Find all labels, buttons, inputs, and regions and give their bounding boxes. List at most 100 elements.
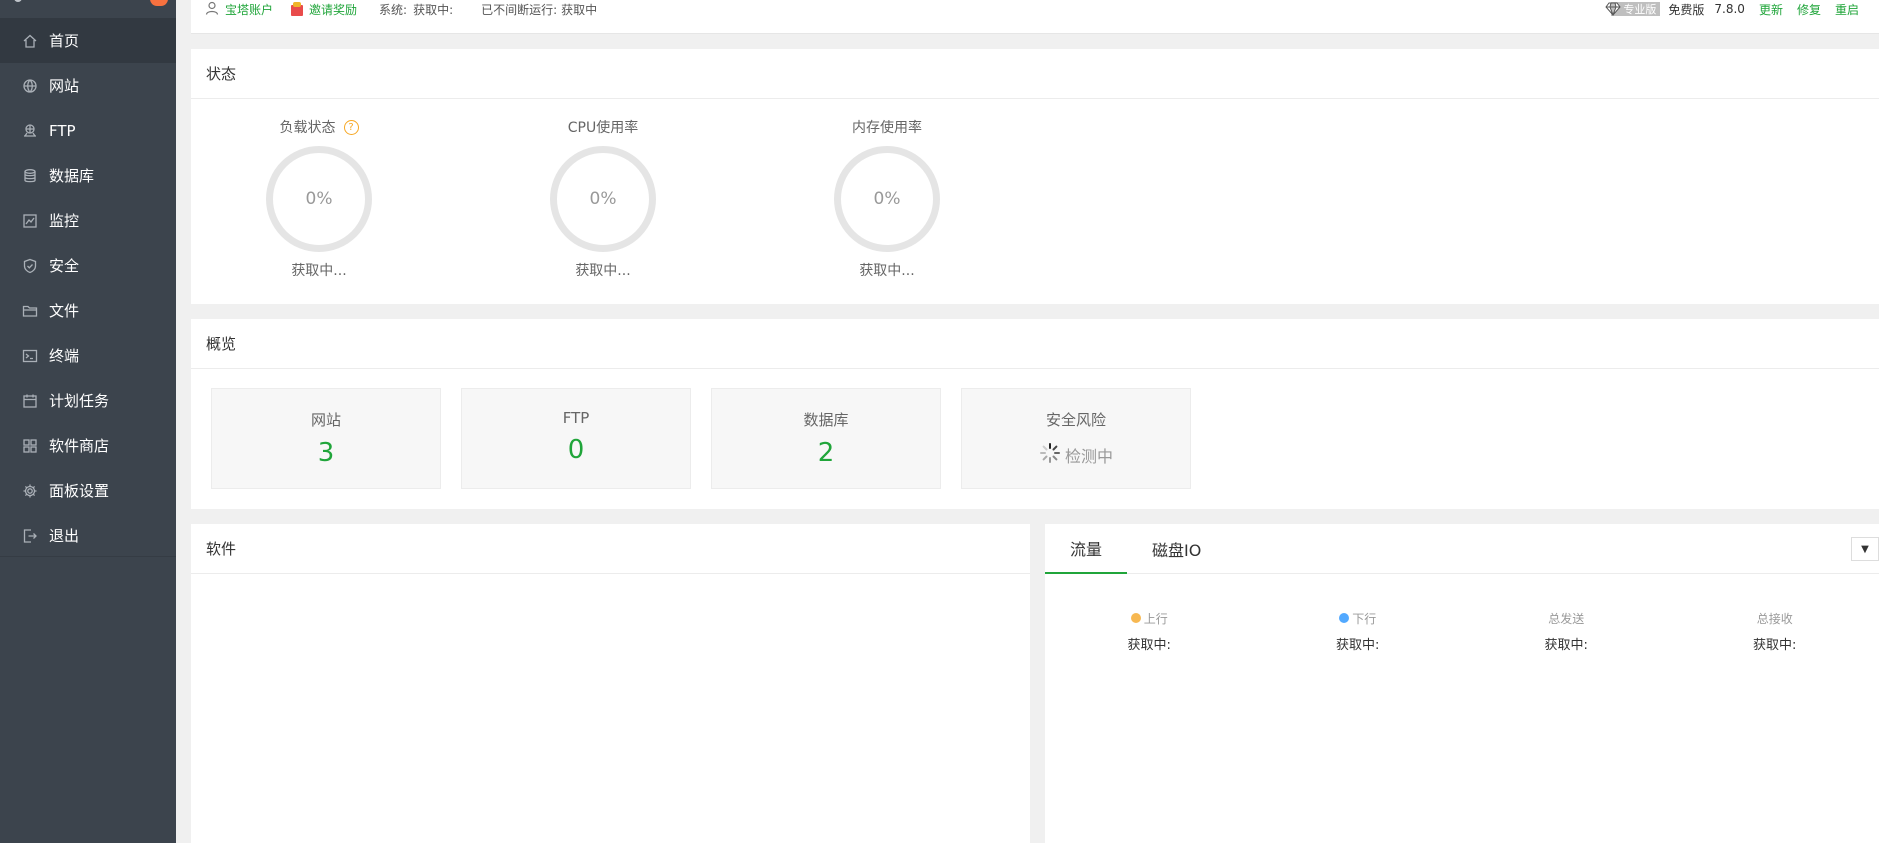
memory-gauge-title: 内存使用率 xyxy=(852,120,922,136)
terminal-icon xyxy=(22,348,38,364)
sidebar-item-files[interactable]: 文件 xyxy=(0,288,176,333)
overview-website-count[interactable]: 3 xyxy=(212,438,440,468)
status-title: 状态 xyxy=(191,49,1879,99)
overview-card: 概览 网站 3 FTP 0 数据库 2 安全风险 检测中 xyxy=(191,319,1879,509)
cpu-gauge-status: 获取中... xyxy=(575,263,631,279)
gear-icon xyxy=(22,483,38,499)
sidebar-item-label: 文件 xyxy=(49,302,80,320)
restart-button[interactable]: 重启 xyxy=(1835,1,1859,18)
overview-database-count[interactable]: 2 xyxy=(712,438,940,468)
stat-download: 下行 获取中: xyxy=(1254,610,1463,654)
download-dot-icon xyxy=(1339,613,1350,623)
overview-website-label: 网站 xyxy=(310,411,341,429)
sidebar-item-label: 首页 xyxy=(49,32,80,50)
stat-total-sent-label: 总发送 xyxy=(1548,611,1585,626)
sidebar-item-label: 终端 xyxy=(49,347,80,365)
stat-total-sent-value: 获取中: xyxy=(1544,638,1588,653)
help-icon[interactable]: ? xyxy=(343,119,359,135)
memory-gauge: 内存使用率 0% 获取中... xyxy=(817,117,957,280)
sidebar-item-label: 数据库 xyxy=(49,167,95,185)
sidebar-item-cron[interactable]: 计划任务 xyxy=(0,378,176,423)
top-bar-right: 专业版 免费版 7.8.0 更新 修复 重启 xyxy=(1605,0,1859,18)
software-card: 软件 xyxy=(191,524,1030,843)
sidebar-item-label: 网站 xyxy=(49,77,80,95)
sidebar-item-security[interactable]: 安全 xyxy=(0,243,176,288)
user-icon xyxy=(205,1,219,18)
overview-database[interactable]: 数据库 2 xyxy=(711,388,941,489)
top-bar: 宝塔账户 邀请奖励 系统: 获取中: 已不间断运行: 获取中 专业版 免费版 7… xyxy=(191,0,1879,34)
stat-total-received-value: 获取中: xyxy=(1753,638,1797,653)
sidebar-item-store[interactable]: 软件商店 xyxy=(0,423,176,468)
system-label: 系统: xyxy=(379,2,408,17)
sidebar-item-label: FTP xyxy=(49,121,76,140)
traffic-tabs: 流量 磁盘IO ▼ xyxy=(1045,524,1879,574)
cpu-gauge-title: CPU使用率 xyxy=(567,120,639,136)
stat-total-sent: 总发送 获取中: xyxy=(1462,610,1671,654)
cpu-gauge-ring[interactable]: 0% xyxy=(550,146,656,252)
sidebar-item-label: 软件商店 xyxy=(49,437,110,455)
load-gauge-label: 负载状态 xyxy=(279,120,336,136)
stat-upload-text: 上行 xyxy=(1143,611,1168,626)
account-link[interactable]: 宝塔账户 xyxy=(225,1,273,18)
tab-disk-io[interactable]: 磁盘IO xyxy=(1127,524,1226,573)
sidebar-menu: 首页 网站 FTP 数据库 监控 安全 文件 终端 计划任务 软件商店 面板设置… xyxy=(0,18,176,558)
overview-database-label: 数据库 xyxy=(803,411,849,429)
overview-security-status: 检测中 xyxy=(962,442,1190,468)
top-bar-left: 宝塔账户 邀请奖励 系统: 获取中: 已不间断运行: 获取中 xyxy=(205,0,597,18)
sidebar-item-settings[interactable]: 面板设置 xyxy=(0,468,176,513)
traffic-stats: 上行 获取中: 下行 获取中: 总发送 获取中: 总接收 获取中: xyxy=(1045,610,1879,654)
sidebar-item-label: 计划任务 xyxy=(49,392,110,410)
traffic-card: 流量 磁盘IO ▼ 上行 获取中: 下行 获取中: 总发送 获取中: 总接收 获… xyxy=(1045,524,1879,843)
sidebar-item-website[interactable]: 网站 xyxy=(0,63,176,108)
upload-dot-icon xyxy=(1130,613,1141,623)
sidebar-item-database[interactable]: 数据库 xyxy=(0,153,176,198)
version-number: 7.8.0 xyxy=(1714,2,1745,16)
sidebar-item-label: 监控 xyxy=(49,212,80,230)
sidebar-item-label: 退出 xyxy=(49,527,80,545)
uptime-value: 获取中 xyxy=(561,2,598,17)
repair-button[interactable]: 修复 xyxy=(1797,1,1821,18)
stat-download-text: 下行 xyxy=(1352,611,1377,626)
network-select-dropdown[interactable]: ▼ xyxy=(1851,537,1879,561)
update-button[interactable]: 更新 xyxy=(1759,1,1783,18)
overview-security[interactable]: 安全风险 检测中 xyxy=(961,388,1191,489)
cpu-gauge: CPU使用率 0% 获取中... xyxy=(533,117,673,280)
spinner-icon xyxy=(1039,442,1065,468)
free-version-label: 免费版 xyxy=(1668,2,1705,17)
database-icon xyxy=(22,168,38,184)
memory-gauge-status: 获取中... xyxy=(859,263,915,279)
sidebar-item-label: 安全 xyxy=(49,257,80,275)
sidebar-item-logout[interactable]: 退出 xyxy=(0,513,176,558)
globe-icon xyxy=(22,78,38,94)
stat-total-received-label: 总接收 xyxy=(1756,611,1793,626)
chevron-down-icon: ▼ xyxy=(1861,543,1869,555)
ftp-icon xyxy=(22,123,38,139)
overview-website[interactable]: 网站 3 xyxy=(211,388,441,489)
notification-badge[interactable] xyxy=(150,0,168,6)
stat-download-value: 获取中: xyxy=(1336,638,1380,653)
tab-traffic[interactable]: 流量 xyxy=(1045,524,1128,574)
stat-download-label: 下行 xyxy=(1254,610,1463,626)
stat-upload-label: 上行 xyxy=(1045,610,1254,626)
gift-icon xyxy=(291,2,304,16)
sidebar-item-home[interactable]: 首页 xyxy=(0,18,176,63)
monitor-icon xyxy=(22,213,38,229)
overview-ftp[interactable]: FTP 0 xyxy=(461,388,691,489)
overview-ftp-count[interactable]: 0 xyxy=(462,435,690,465)
sidebar-item-monitor[interactable]: 监控 xyxy=(0,198,176,243)
pro-label: 专业版 xyxy=(1623,3,1657,16)
stat-total-received: 总接收 获取中: xyxy=(1671,610,1879,654)
sidebar-item-terminal[interactable]: 终端 xyxy=(0,333,176,378)
apps-icon xyxy=(22,438,38,454)
shield-icon xyxy=(22,258,38,274)
memory-gauge-ring[interactable]: 0% xyxy=(834,146,940,252)
load-gauge-ring[interactable]: 0% xyxy=(266,146,372,252)
invite-link[interactable]: 邀请奖励 xyxy=(309,1,357,18)
overview-title: 概览 xyxy=(191,319,1879,369)
home-icon xyxy=(22,33,38,49)
sidebar-item-ftp[interactable]: FTP xyxy=(0,108,176,153)
uptime-label: 已不间断运行: xyxy=(481,2,558,17)
sidebar: 首页 网站 FTP 数据库 监控 安全 文件 终端 计划任务 软件商店 面板设置… xyxy=(0,0,176,843)
pro-version-badge[interactable]: 专业版 xyxy=(1605,2,1661,16)
stat-upload-value: 获取中: xyxy=(1127,638,1171,653)
